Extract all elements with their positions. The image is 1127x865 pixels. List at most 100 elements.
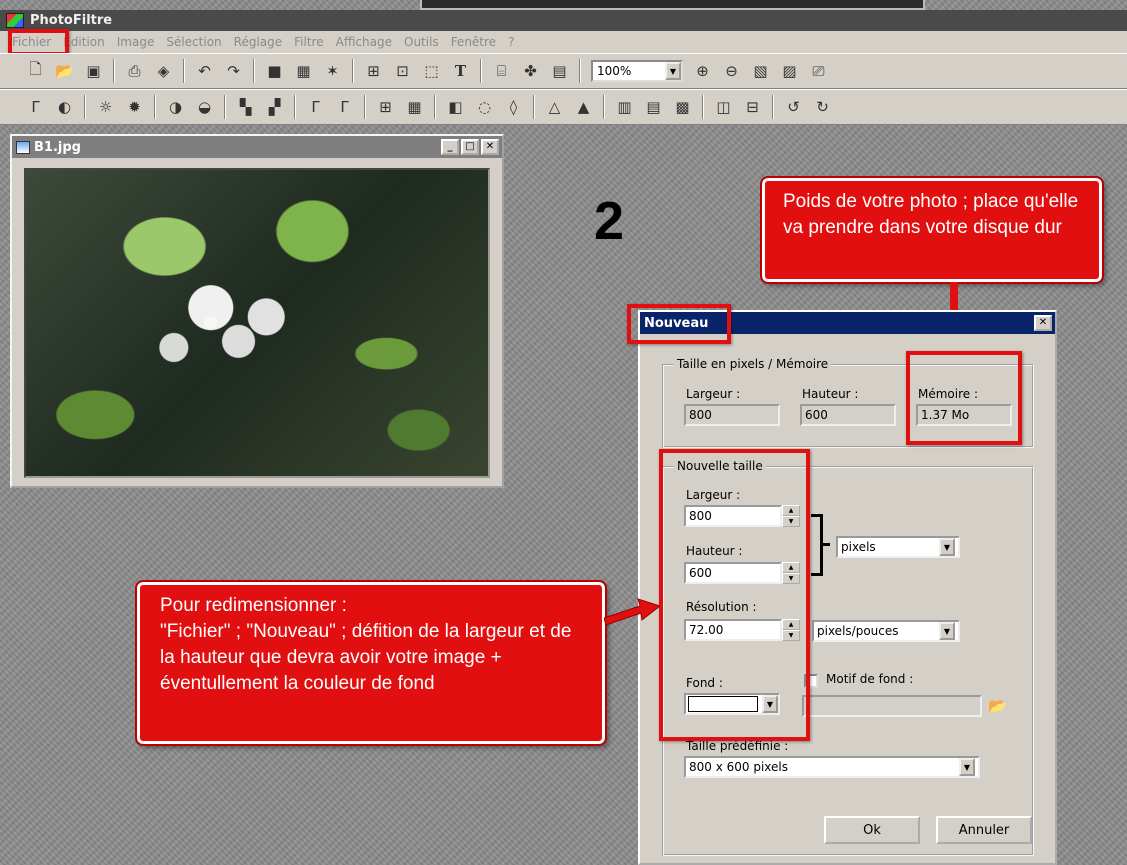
texture-icon[interactable]: ▩ [669, 94, 696, 120]
toolbar-separator [603, 95, 605, 119]
pattern-label: Motif de fond : [826, 672, 914, 686]
cancel-button[interactable]: Annuler [936, 816, 1032, 844]
menu-affichage[interactable]: Affichage [336, 35, 392, 49]
scanner-icon[interactable]: ◈ [150, 58, 177, 84]
preset-select[interactable]: 800 x 600 pixels ▼ [684, 756, 980, 778]
effect-icon[interactable]: ✶ [319, 58, 346, 84]
undo-icon[interactable]: ↶ [191, 58, 218, 84]
pattern-path-field [802, 695, 982, 717]
resolution-unit-select[interactable]: pixels/pouces ▼ [812, 620, 960, 642]
ok-button[interactable]: Ok [824, 816, 920, 844]
contrast-down-icon[interactable]: ◑ [162, 94, 189, 120]
blur-more-icon[interactable]: ◊ [500, 94, 527, 120]
maximize-icon[interactable]: □ [461, 139, 479, 155]
menu-selection[interactable]: Sélection [166, 35, 221, 49]
resolution-unit-value: pixels/pouces [817, 624, 899, 638]
cherry-blossom-photo[interactable] [24, 168, 490, 478]
fill-color-icon[interactable]: ■ [261, 58, 288, 84]
saturation-down-icon[interactable]: ▚ [232, 94, 259, 120]
brightness-down-icon[interactable]: ☼ [92, 94, 119, 120]
preset-value: 800 x 600 pixels [689, 760, 789, 774]
memory-height-label: Hauteur : [802, 387, 859, 401]
grid-icon[interactable]: ⊞ [372, 94, 399, 120]
minimize-icon[interactable]: _ [441, 139, 459, 155]
toolbar-separator [352, 59, 354, 83]
zoom-in-icon[interactable]: ⊕ [689, 58, 716, 84]
chevron-down-icon[interactable]: ▼ [665, 62, 681, 80]
open-folder-icon[interactable]: 📂 [984, 693, 1011, 719]
rotate-right-icon[interactable]: ↻ [809, 94, 836, 120]
zoom-value: 100% [597, 64, 632, 78]
zoom-select[interactable]: 100% ▼ [591, 60, 683, 82]
chevron-down-icon[interactable]: ▼ [939, 538, 955, 556]
menu-image[interactable]: Image [117, 35, 155, 49]
select-icon[interactable]: ⬚ [418, 58, 445, 84]
weight-callout: Poids de votre photo ; place qu'elle va … [760, 176, 1104, 284]
text-icon[interactable]: T [447, 58, 474, 84]
toolbar-separator [253, 59, 255, 83]
chevron-down-icon[interactable]: ▼ [959, 758, 975, 776]
toolbar-separator [224, 95, 226, 119]
bracket-tick-icon [822, 543, 830, 546]
toolbar-separator [154, 95, 156, 119]
menu-fenetre[interactable]: Fenêtre [451, 35, 496, 49]
toolbar-separator [183, 59, 185, 83]
gradient-blue-icon[interactable]: ▤ [640, 94, 667, 120]
chevron-down-icon[interactable]: ▼ [939, 622, 955, 640]
brightness-up-icon[interactable]: ✹ [121, 94, 148, 120]
gamma-down-icon[interactable]: Γ [302, 94, 329, 120]
toolbar-separator [84, 95, 86, 119]
image-window-titlebar[interactable]: B1.jpg _ □ ✕ [12, 136, 502, 158]
app-title: PhotoFiltre [30, 13, 113, 28]
print-icon[interactable]: ⎙ [121, 58, 148, 84]
menu-outils[interactable]: Outils [404, 35, 439, 49]
gradient-icon[interactable]: ▥ [611, 94, 638, 120]
resize-callout-body: "Fichier" ; "Nouveau" ; défition de la l… [160, 621, 572, 694]
zoom-out-icon[interactable]: ⊖ [718, 58, 745, 84]
auto-contrast-icon[interactable]: ◐ [51, 94, 78, 120]
memory-width-label: Largeur : [686, 387, 741, 401]
canvas-size-icon[interactable]: ⊡ [389, 58, 416, 84]
new-size-highlight-box [659, 449, 810, 741]
redo-icon[interactable]: ↷ [220, 58, 247, 84]
fit-window-icon[interactable]: ▧ [747, 58, 774, 84]
saturation-up-icon[interactable]: ▞ [261, 94, 288, 120]
actual-size-icon[interactable]: ▨ [776, 58, 803, 84]
new-file-icon[interactable]: 🗋 [22, 58, 49, 84]
rotate-left-icon[interactable]: ↺ [780, 94, 807, 120]
adjust-toolbar: Γ ◐ ☼ ✹ ◑ ◒ ▚ ▞ Γ Γ ⊞ ▦ ◧ ◌ ◊ △ ▲ ▥ ▤ ▩ … [0, 89, 1127, 125]
palette-icon[interactable]: ▦ [290, 58, 317, 84]
menu-filtre[interactable]: Filtre [294, 35, 323, 49]
window-controls: _ □ ✕ [441, 139, 499, 155]
window-icon[interactable]: ▤ [546, 58, 573, 84]
soften-icon[interactable]: △ [541, 94, 568, 120]
save-icon[interactable]: ▣ [80, 58, 107, 84]
toolbar-separator [113, 59, 115, 83]
plugin-icon[interactable]: ✤ [517, 58, 544, 84]
soften-more-icon[interactable]: ▲ [570, 94, 597, 120]
menu-reglage[interactable]: Réglage [234, 35, 283, 49]
image-document-icon [16, 140, 30, 154]
blur-drop-icon[interactable]: ◌ [471, 94, 498, 120]
photofiltre-logo-icon [6, 13, 24, 28]
mosaic-icon[interactable]: ▦ [401, 94, 428, 120]
image-size-icon[interactable]: ⊞ [360, 58, 387, 84]
menu-help[interactable]: ? [508, 35, 514, 49]
toolbar-separator [364, 95, 366, 119]
fichier-highlight-box [8, 29, 69, 56]
explorer-icon[interactable]: ⌸ [488, 58, 515, 84]
image-window: B1.jpg _ □ ✕ [10, 134, 504, 488]
sharpen-icon[interactable]: ◧ [442, 94, 469, 120]
close-icon[interactable]: ✕ [481, 139, 499, 155]
flip-vertical-icon[interactable]: ⊟ [739, 94, 766, 120]
flip-horizontal-icon[interactable]: ◫ [710, 94, 737, 120]
toolbar-separator [294, 95, 296, 119]
auto-levels-icon[interactable]: Γ [22, 94, 49, 120]
open-folder-icon[interactable]: 📂 [51, 58, 78, 84]
close-icon[interactable]: ✕ [1034, 315, 1052, 331]
fullscreen-icon[interactable]: ⎚ [805, 58, 832, 84]
unit-select[interactable]: pixels ▼ [836, 536, 960, 558]
gamma-up-icon[interactable]: Γ [331, 94, 358, 120]
menu-edition[interactable]: Edition [63, 35, 105, 49]
contrast-up-icon[interactable]: ◒ [191, 94, 218, 120]
